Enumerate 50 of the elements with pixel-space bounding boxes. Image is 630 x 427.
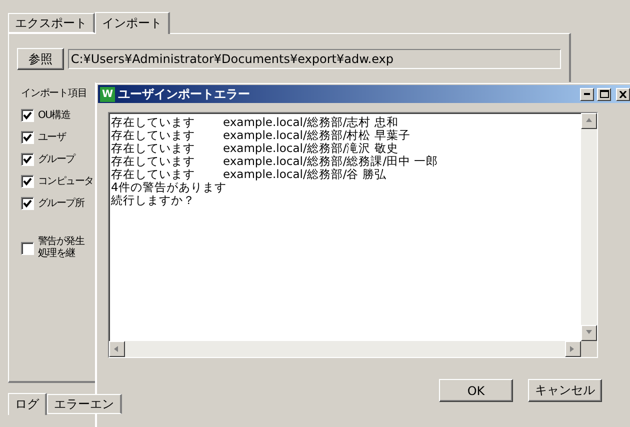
checkbox[interactable] <box>21 174 34 188</box>
scroll-left-button[interactable] <box>109 341 125 357</box>
object-path: example.local/総務部/滝沢 敬史 <box>223 142 398 155</box>
checkbox[interactable] <box>21 152 34 166</box>
object-path: example.local/総務部/谷 勝弘 <box>223 168 386 181</box>
dialog-button[interactable]: キャンセル <box>528 379 602 402</box>
close-button[interactable] <box>616 88 630 100</box>
checkbox-label: OU構造 <box>38 108 70 122</box>
message-text: 4件の警告があります <box>111 180 226 194</box>
message-text: 続行しますか？ <box>111 193 195 207</box>
vertical-scrollbar[interactable] <box>581 113 597 341</box>
status-text: 存在しています <box>111 168 196 181</box>
status-text: 存在しています <box>111 155 196 168</box>
status-text: 存在しています <box>111 142 196 155</box>
tab[interactable]: ログ <box>8 393 47 415</box>
scrollbar-corner <box>581 341 597 357</box>
checkbox-label: グループ所 <box>38 196 84 210</box>
checkbox-label: 警告が発生 処理を継 <box>38 236 84 260</box>
scroll-up-button[interactable] <box>581 113 597 129</box>
tab[interactable]: インポート <box>95 12 170 34</box>
dialog-button[interactable]: OK <box>439 379 513 402</box>
maximize-icon <box>600 90 608 98</box>
checkbox-label: ユーザ <box>38 131 66 144</box>
app-icon: W <box>100 86 115 102</box>
path-field[interactable]: C:¥Users¥Administrator¥Documents¥export¥adw.exp <box>68 49 561 69</box>
caret-left-icon <box>113 345 121 353</box>
status-text: 存在しています <box>111 116 196 129</box>
tab[interactable]: エラーエン <box>47 394 122 414</box>
scroll-right-button[interactable] <box>565 341 581 357</box>
checkbox[interactable] <box>21 196 34 210</box>
window-title: ユーザインポートエラー <box>118 86 251 102</box>
minimize-button[interactable] <box>580 88 594 100</box>
object-path: example.local/総務部/村松 早葉子 <box>223 129 410 142</box>
object-path: example.local/総務部/志村 忠和 <box>223 116 398 129</box>
browse-button[interactable]: 参照 <box>17 48 64 70</box>
checkbox-label: コンピュータ <box>38 175 94 188</box>
import-items-label: インポート項目 <box>21 87 87 100</box>
horizontal-scrollbar[interactable] <box>109 341 581 357</box>
object-path: example.local/総務部/総務課/田中 一郎 <box>223 155 438 168</box>
checkbox[interactable] <box>21 242 34 254</box>
tab[interactable]: エクスポート <box>8 13 95 33</box>
maximize-button[interactable] <box>597 88 611 100</box>
status-text: 存在しています <box>111 129 196 142</box>
minimize-icon <box>584 93 590 95</box>
caret-up-icon <box>585 117 593 125</box>
checkbox-label: グループ <box>38 152 75 166</box>
checkbox[interactable] <box>21 130 34 144</box>
checkbox[interactable] <box>21 108 34 122</box>
close-icon <box>619 90 627 98</box>
scroll-down-button[interactable] <box>581 325 597 341</box>
